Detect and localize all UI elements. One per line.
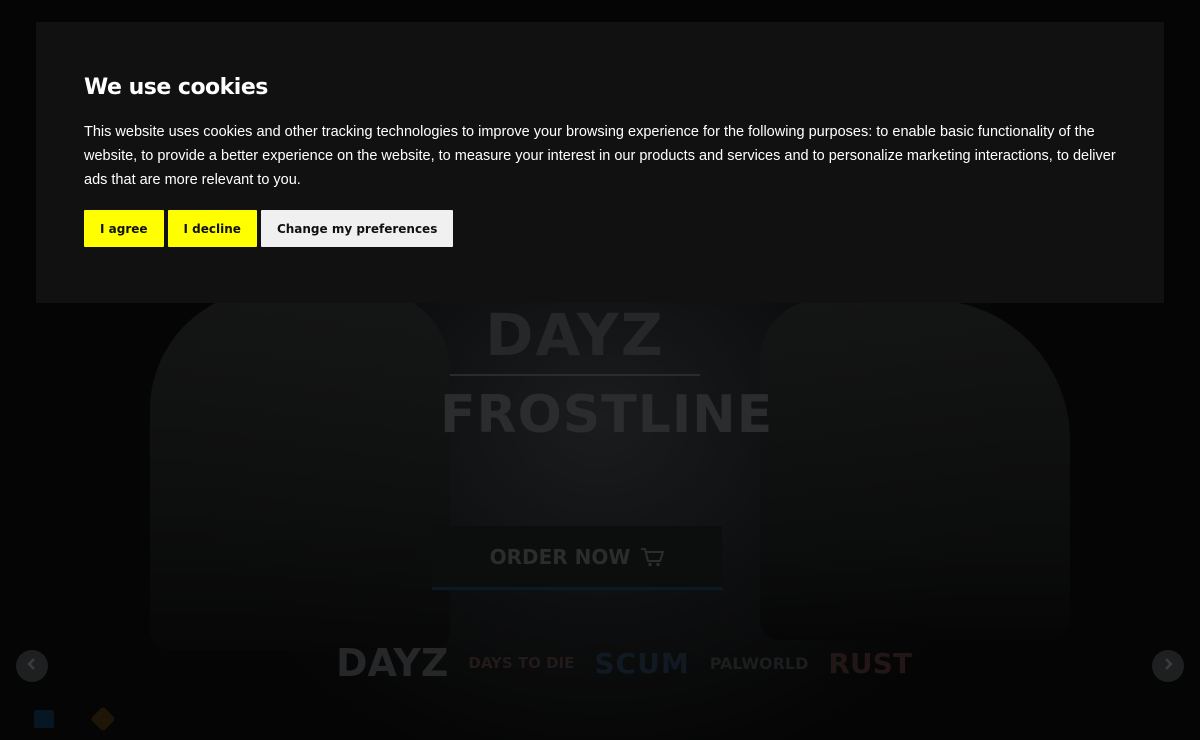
cookie-actions: I agree I decline Change my preferences bbox=[84, 210, 1116, 247]
change-preferences-button[interactable]: Change my preferences bbox=[260, 210, 454, 247]
hero-game-logo: DAYZ FROSTLINE bbox=[440, 300, 774, 470]
game-logo-dayz[interactable]: DAYZ bbox=[336, 641, 448, 685]
cookie-description: This website uses cookies and other trac… bbox=[84, 124, 1116, 188]
game-logo-palworld[interactable]: PALWORLD bbox=[710, 654, 809, 673]
chevron-right-icon bbox=[1161, 657, 1175, 676]
carousel-next-button[interactable] bbox=[1152, 650, 1184, 682]
chevron-left-icon bbox=[25, 657, 39, 676]
hero-character-left bbox=[150, 290, 450, 650]
order-now-button[interactable]: ORDER NOW bbox=[432, 526, 722, 590]
hero-character-right bbox=[760, 300, 1070, 640]
hero-logo-subtitle: FROSTLINE bbox=[440, 385, 774, 445]
game-logo-days-to-die[interactable]: DAYS TO DIE bbox=[468, 654, 574, 672]
agree-button[interactable]: I agree bbox=[84, 210, 164, 247]
cart-icon bbox=[640, 547, 665, 567]
carousel-prev-button[interactable] bbox=[16, 650, 48, 682]
hero-logo-title: DAYZ bbox=[485, 301, 665, 369]
social-icon[interactable] bbox=[34, 710, 54, 728]
hero-logo-divider bbox=[450, 374, 700, 376]
games-logo-strip: DAYZ DAYS TO DIE SCUM PALWORLD RUST bbox=[336, 638, 912, 688]
page: DAYZ FROSTLINE ORDER NOW DAYZ DAYS TO DI… bbox=[0, 0, 1200, 740]
game-logo-rust[interactable]: RUST bbox=[828, 647, 912, 680]
cookie-title: We use cookies bbox=[84, 75, 268, 100]
decline-button[interactable]: I decline bbox=[167, 210, 257, 247]
cookie-banner: We use cookies This website uses cookies… bbox=[36, 22, 1164, 303]
order-now-label: ORDER NOW bbox=[489, 544, 631, 569]
game-logo-scum[interactable]: SCUM bbox=[594, 647, 689, 680]
